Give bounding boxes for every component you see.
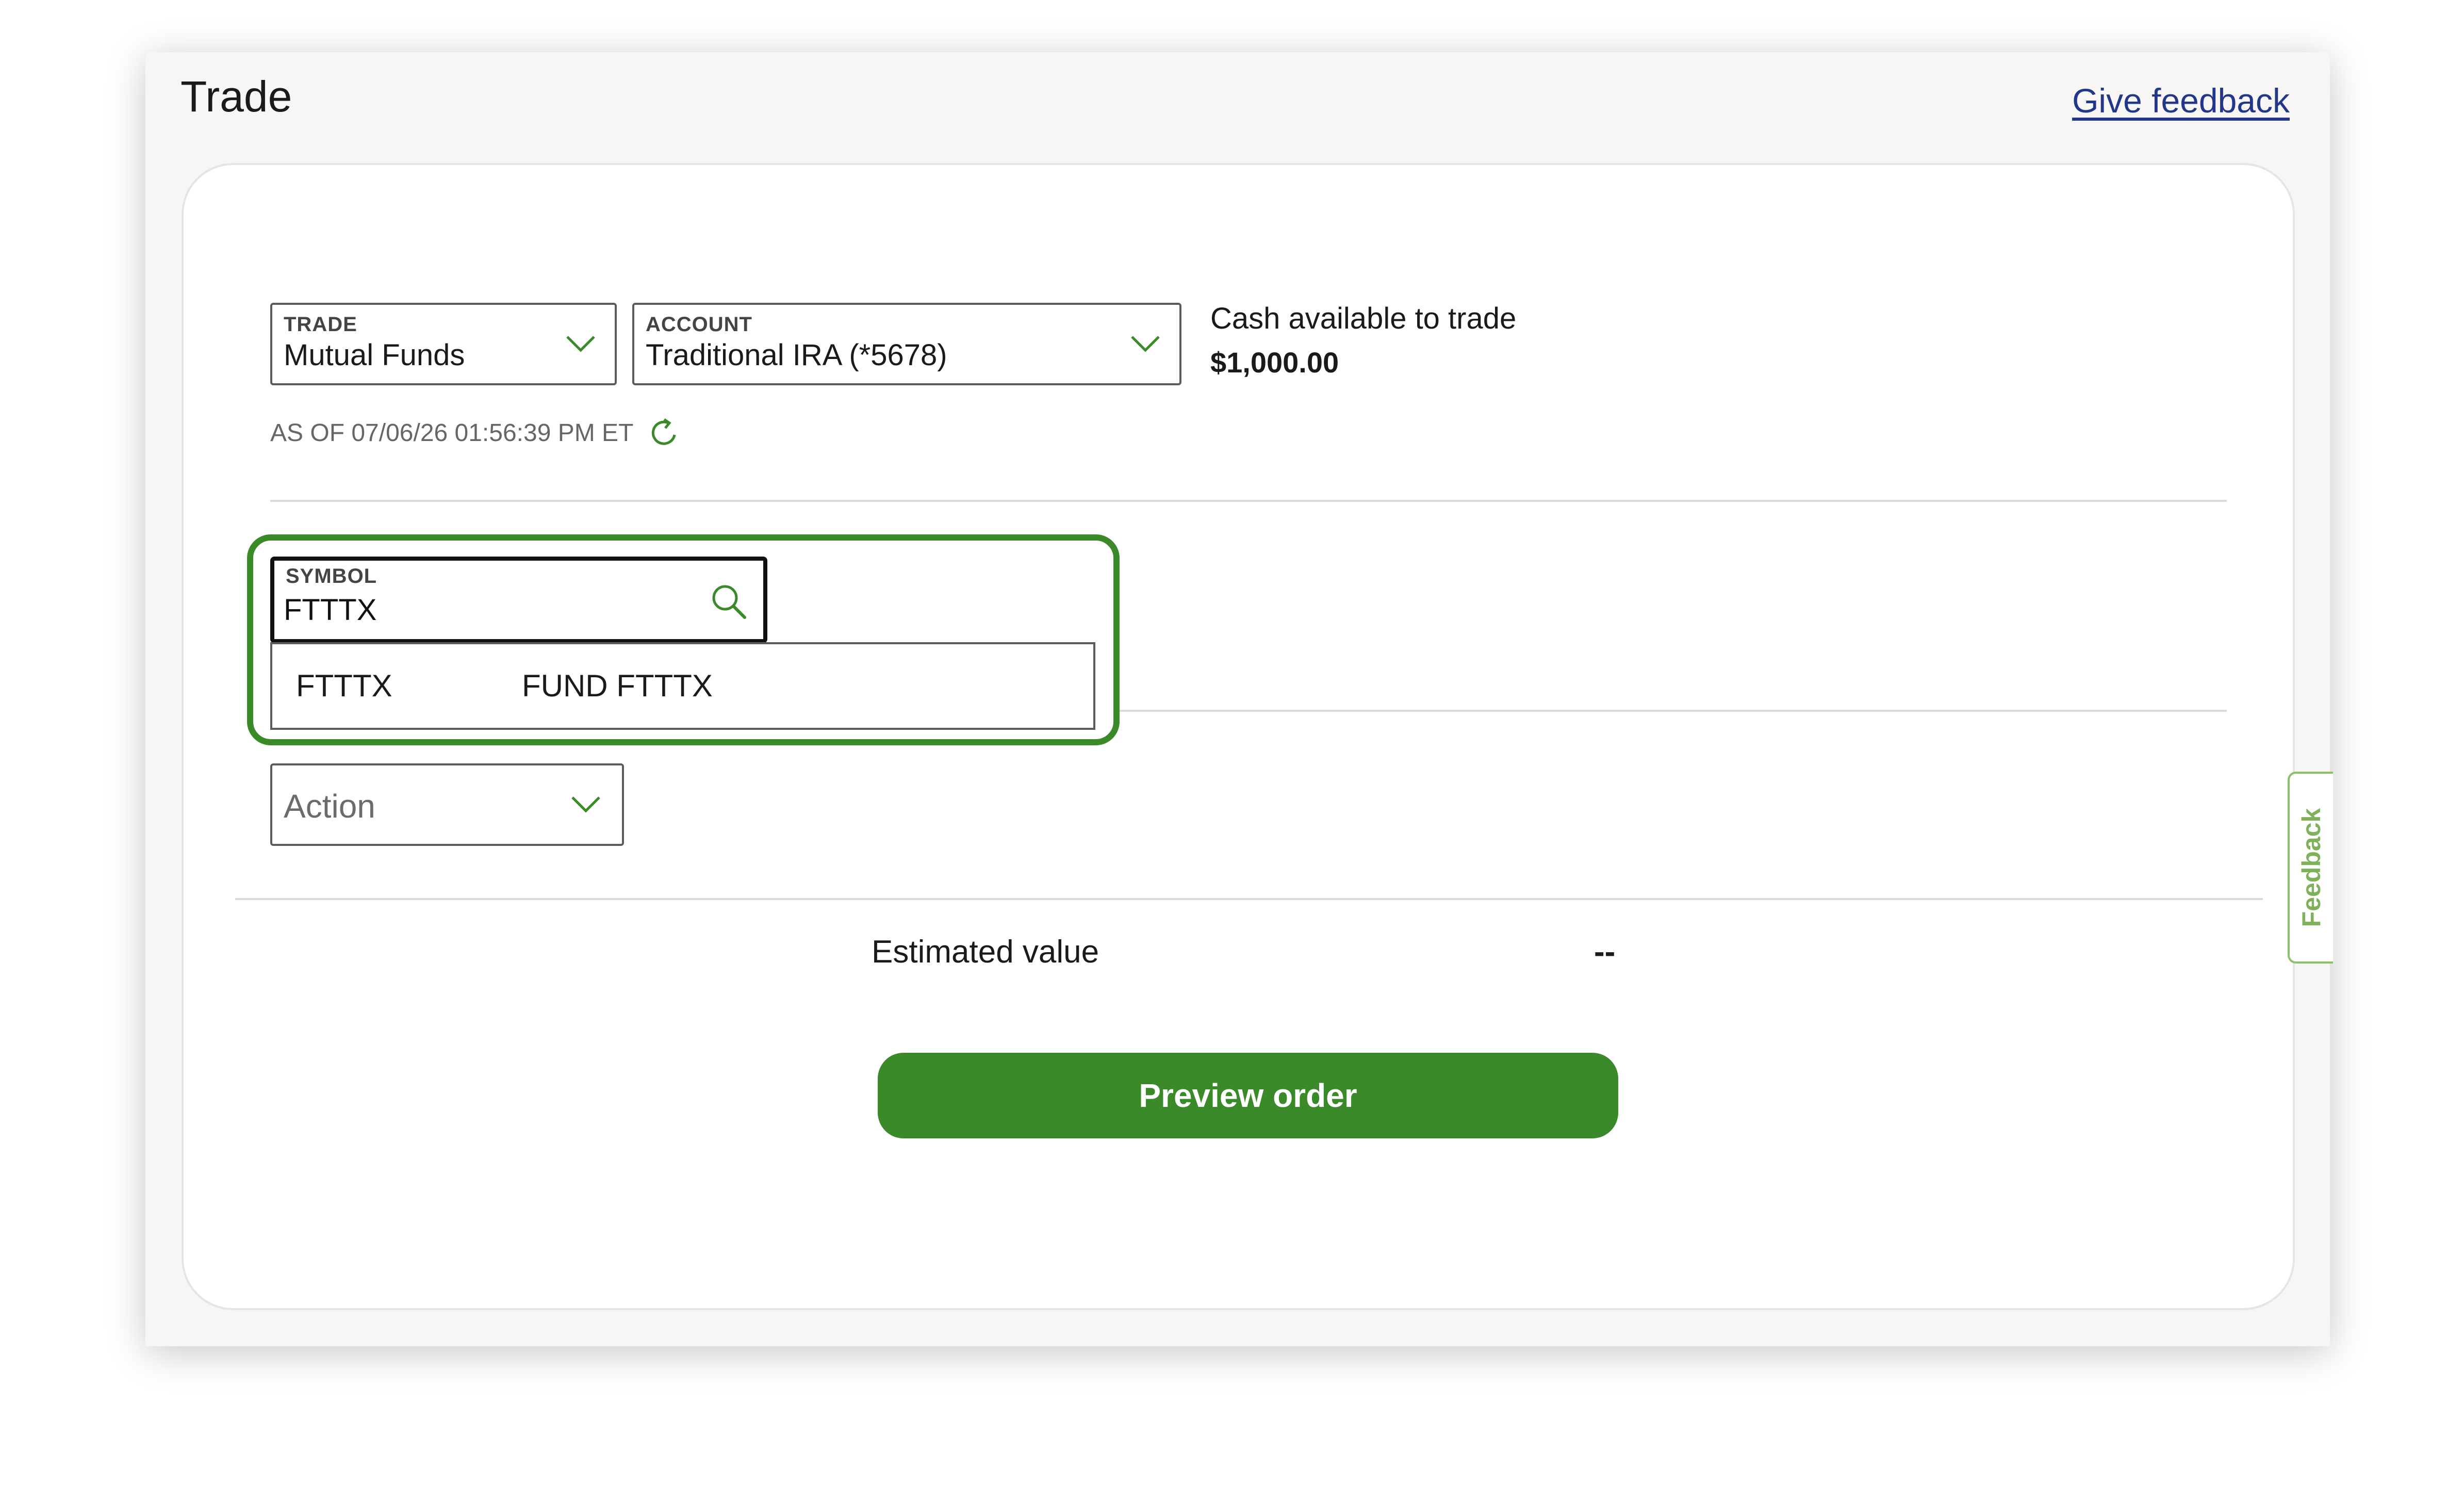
trade-window: Trade Give feedback TRADE Mutual Funds A… <box>145 52 2333 1346</box>
feedback-tab-label: Feedback <box>2297 808 2326 927</box>
symbol-field[interactable]: SYMBOL <box>270 557 767 643</box>
suggestion-option[interactable]: FTTTX FUND FTTTX <box>272 644 1093 728</box>
cash-available-value: $1,000.00 <box>1210 346 1339 379</box>
estimated-value-label: Estimated value <box>872 934 1099 970</box>
give-feedback-link[interactable]: Give feedback <box>2072 81 2290 120</box>
suggestion-symbol: FTTTX <box>296 668 392 703</box>
account-select[interactable]: ACCOUNT Traditional IRA (*5678) <box>632 303 1181 385</box>
trade-type-select[interactable]: TRADE Mutual Funds <box>270 303 617 385</box>
section-divider <box>235 898 2263 900</box>
action-placeholder: Action <box>284 788 375 825</box>
account-select-value: Traditional IRA (*5678) <box>646 338 947 372</box>
chevron-down-icon <box>571 796 600 813</box>
search-icon[interactable] <box>709 581 749 622</box>
page-title: Trade <box>180 72 292 121</box>
trade-card: TRADE Mutual Funds ACCOUNT Traditional I… <box>182 163 2295 1310</box>
symbol-label: SYMBOL <box>286 565 377 588</box>
chevron-down-icon <box>566 336 595 352</box>
action-select[interactable]: Action <box>270 763 624 846</box>
refresh-icon[interactable] <box>646 414 683 451</box>
chevron-down-icon <box>1131 336 1160 352</box>
trade-select-label: TRADE <box>284 313 357 336</box>
account-select-label: ACCOUNT <box>646 313 752 336</box>
suggestion-name: FUND FTTTX <box>522 668 713 703</box>
preview-order-button[interactable]: Preview order <box>878 1053 1618 1138</box>
symbol-suggestions: FTTTX FUND FTTTX <box>270 642 1095 730</box>
estimated-value: -- <box>1594 934 1616 970</box>
feedback-tab[interactable]: Feedback <box>2288 772 2333 964</box>
section-divider <box>1113 710 2227 712</box>
as-of-text: AS OF 07/06/26 01:56:39 PM ET <box>270 419 634 447</box>
symbol-input[interactable] <box>284 593 676 627</box>
section-divider <box>270 500 2227 502</box>
cash-available-label: Cash available to trade <box>1210 302 1517 335</box>
trade-select-value: Mutual Funds <box>284 338 465 372</box>
as-of-timestamp: AS OF 07/06/26 01:56:39 PM ET <box>270 414 683 451</box>
